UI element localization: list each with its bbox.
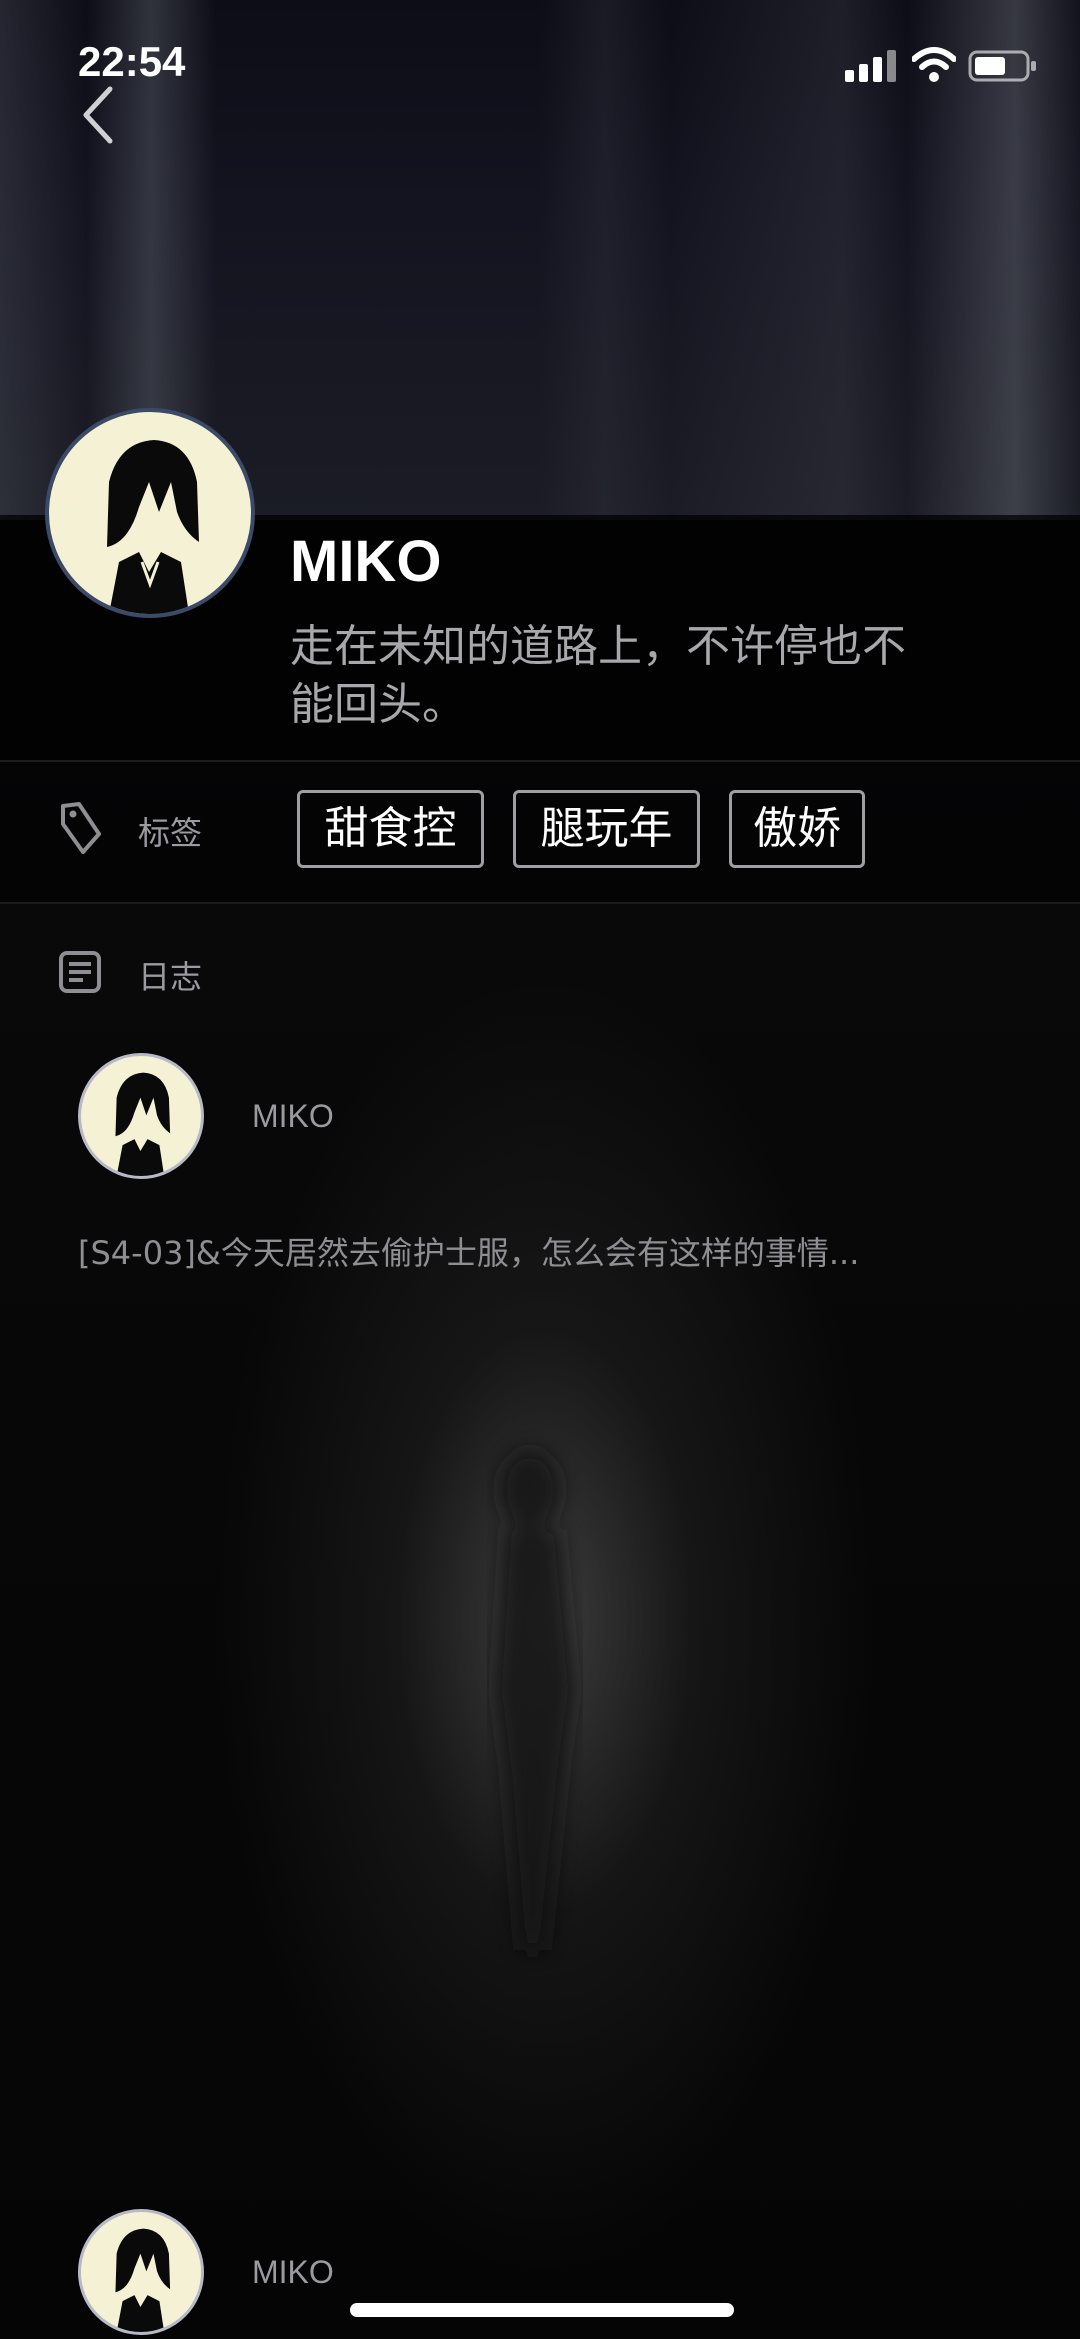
avatar-portrait bbox=[115, 2228, 171, 2332]
tag-chip[interactable]: 腿玩年 bbox=[513, 790, 700, 868]
divider bbox=[0, 902, 1080, 904]
post-author-name[interactable]: MIKO bbox=[252, 1098, 334, 1135]
profile-name: MIKO bbox=[290, 529, 442, 594]
wifi-icon bbox=[912, 47, 956, 82]
profile-screen: 22:54 MIKO 走在未知的道路上，不许停也不 能回头。 标签 甜食控 腿玩… bbox=[0, 0, 1080, 2339]
battery-icon bbox=[968, 50, 1036, 82]
chevron-left-icon[interactable] bbox=[78, 85, 118, 145]
post-preview-text[interactable]: [S4-03]&今天居然去偷护士服，怎么会有这样的事情... bbox=[78, 1228, 859, 1274]
home-indicator[interactable] bbox=[350, 2303, 734, 2317]
tag-icon bbox=[61, 802, 101, 854]
avatar[interactable] bbox=[45, 408, 255, 618]
tag-chip[interactable]: 傲娇 bbox=[729, 790, 865, 868]
cellular-signal-icon bbox=[845, 50, 897, 82]
journal-label: 日志 bbox=[138, 958, 203, 996]
avatar-portrait bbox=[107, 440, 199, 614]
status-bar: 22:54 bbox=[0, 0, 1080, 130]
profile-bio: 走在未知的道路上，不许停也不 能回头。 bbox=[290, 618, 1030, 734]
tag-chip[interactable]: 甜食控 bbox=[297, 790, 484, 868]
post-author-avatar[interactable] bbox=[78, 2209, 204, 2335]
post-author-avatar[interactable] bbox=[78, 1053, 204, 1179]
profile-bio-line2: 能回头。 bbox=[290, 679, 466, 730]
status-time: 22:54 bbox=[78, 38, 186, 85]
post-author-name[interactable]: MIKO bbox=[252, 2254, 334, 2291]
profile-bio-line1: 走在未知的道路上，不许停也不 bbox=[290, 621, 906, 672]
document-icon bbox=[59, 951, 101, 993]
avatar-portrait bbox=[115, 1072, 171, 1176]
tags-label: 标签 bbox=[138, 814, 203, 852]
